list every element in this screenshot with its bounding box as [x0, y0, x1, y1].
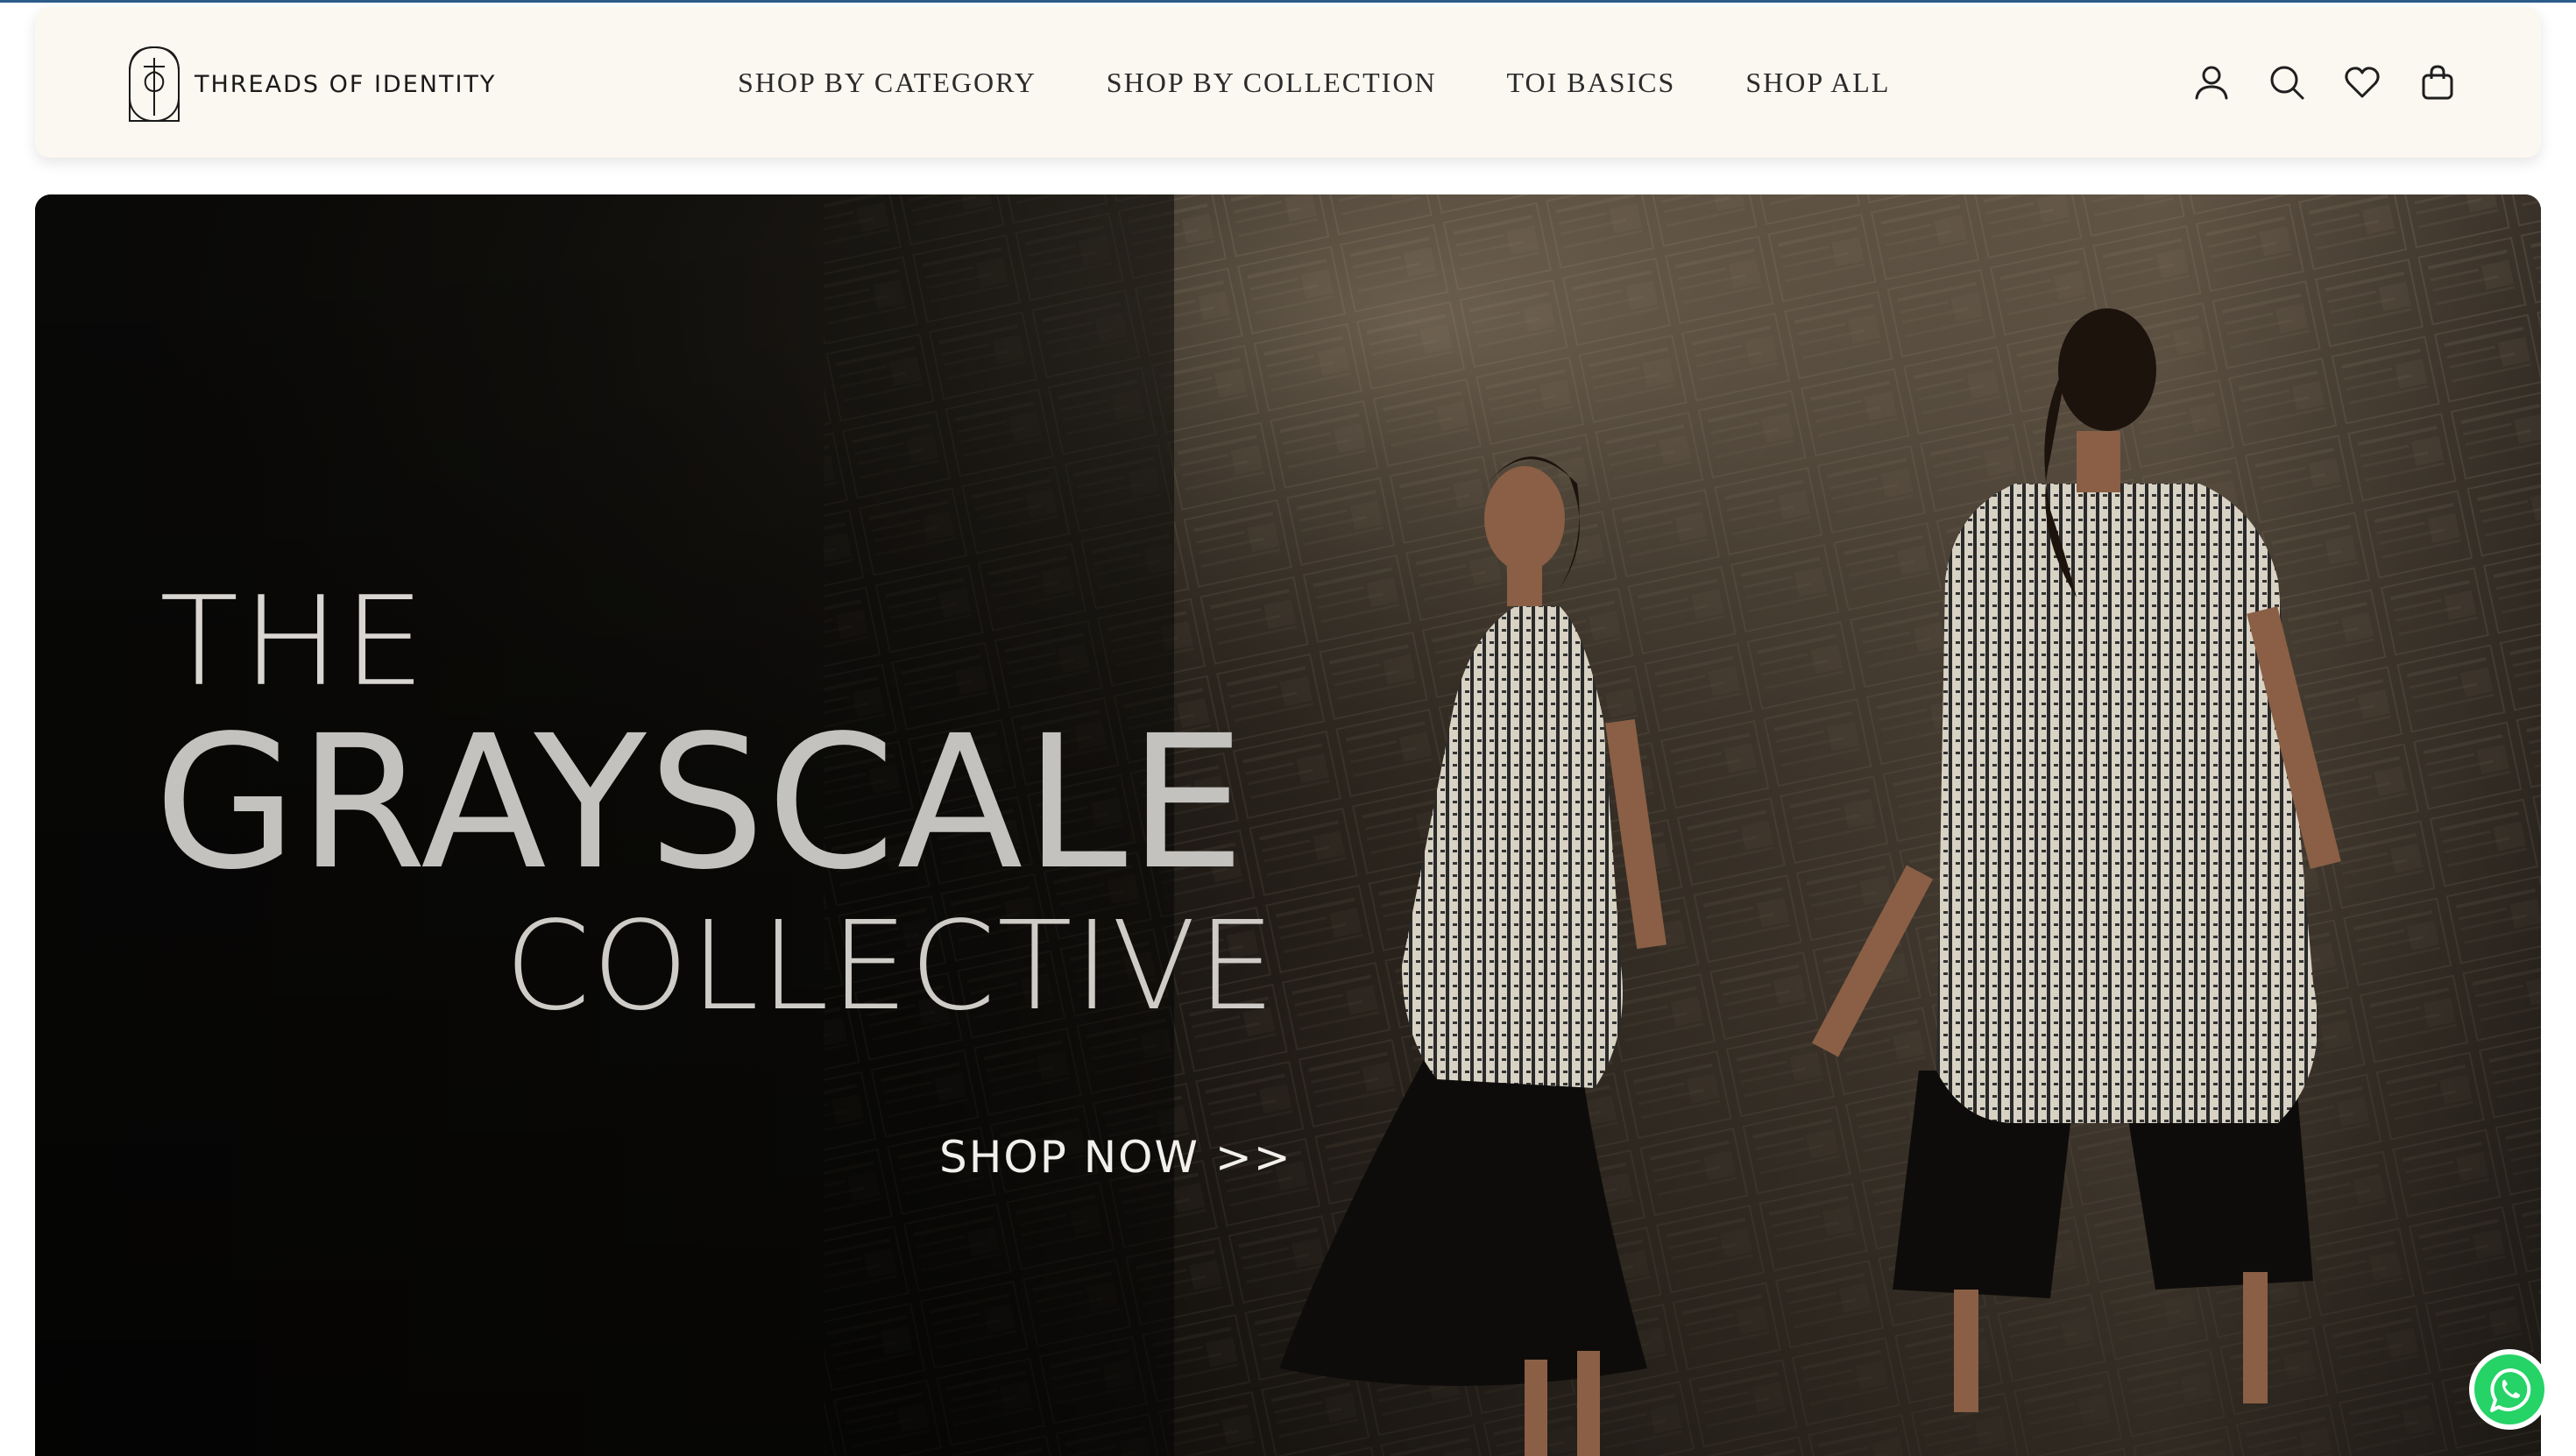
account-button[interactable]: [2192, 63, 2231, 102]
hero-title-line-3: COLLECTIVE: [505, 895, 1277, 1038]
cart-button[interactable]: [2418, 63, 2457, 102]
hero-title-line-1: THE: [159, 569, 429, 713]
account-icon: [2195, 66, 2228, 100]
brand-logo[interactable]: THREADS OF IDENTITY: [128, 44, 496, 124]
site-header: THREADS OF IDENTITY SHOP BY CATEGORY SHO…: [35, 7, 2541, 158]
hero-text-block: THE GRAYSCALE COLLECTIVE SHOP NOW >>: [35, 194, 2541, 1456]
search-icon: [2270, 66, 2304, 100]
top-accent-line: [0, 0, 2576, 3]
nav-shop-by-collection[interactable]: SHOP BY COLLECTION: [1107, 67, 1437, 99]
cart-bag-icon: [2422, 65, 2453, 100]
nav-toi-basics[interactable]: TOI BASICS: [1507, 67, 1676, 99]
toi-monogram-icon: [129, 46, 180, 122]
hero-banner[interactable]: THE GRAYSCALE COLLECTIVE SHOP NOW >>: [35, 194, 2541, 1456]
whatsapp-chat-button[interactable]: [2467, 1347, 2551, 1431]
wishlist-heart-icon: [2345, 67, 2380, 98]
nav-shop-all[interactable]: SHOP ALL: [1745, 67, 1890, 99]
hero-title-line-2: GRAYSCALE: [154, 696, 1248, 910]
shop-now-link[interactable]: SHOP NOW >>: [939, 1132, 1292, 1183]
search-button[interactable]: [2268, 63, 2306, 102]
brand-name: THREADS OF IDENTITY: [195, 70, 497, 98]
nav-shop-by-category[interactable]: SHOP BY CATEGORY: [738, 67, 1037, 99]
header-actions: [2192, 7, 2457, 158]
wishlist-button[interactable]: [2343, 63, 2381, 102]
main-navigation: SHOP BY CATEGORY SHOP BY COLLECTION TOI …: [738, 7, 1890, 158]
whatsapp-icon: [2469, 1349, 2550, 1430]
